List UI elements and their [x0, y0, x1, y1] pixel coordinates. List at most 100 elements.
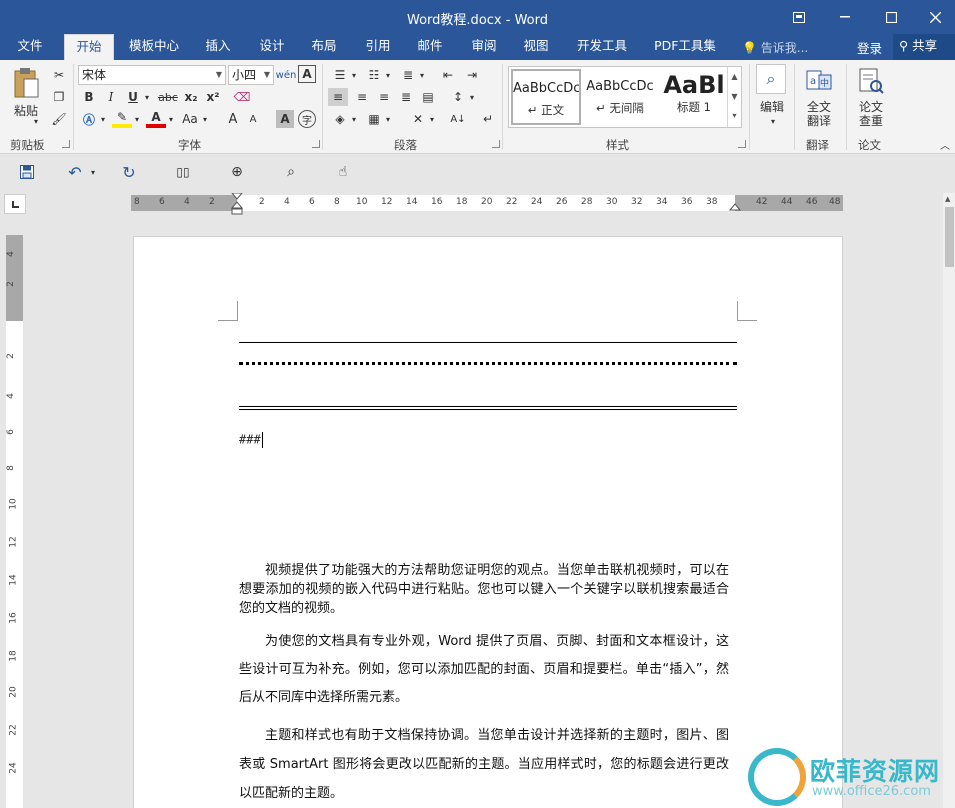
multilevel-list-icon[interactable]: ≣	[398, 66, 418, 84]
chevron-down-icon[interactable]: ▼	[728, 87, 741, 107]
chevron-up-icon[interactable]: ▲	[728, 67, 741, 87]
bullets-icon[interactable]: ☰	[330, 66, 350, 84]
italic-button[interactable]: I	[102, 88, 120, 106]
borders-icon[interactable]: ▦	[364, 110, 384, 128]
read-mode-icon[interactable]: ▯▯	[172, 161, 194, 183]
indent-marker-icon[interactable]	[231, 193, 243, 217]
asian-layout-icon[interactable]: ✕	[408, 110, 428, 128]
scroll-up-icon[interactable]: ▲	[945, 195, 950, 203]
tab-view[interactable]: 视图	[514, 34, 558, 60]
login-button[interactable]: 登录	[857, 38, 882, 57]
font-family-select[interactable]: 宋体 ▼	[78, 65, 226, 85]
bold-button[interactable]: B	[80, 88, 98, 106]
save-icon[interactable]	[16, 161, 38, 183]
character-shading-icon[interactable]: A	[276, 110, 294, 128]
clear-formatting-icon[interactable]: ⌫	[232, 88, 252, 106]
tab-file[interactable]: 文件	[8, 34, 52, 60]
distributed-icon[interactable]: ▤	[418, 88, 438, 106]
touch-mode-icon[interactable]: ☝	[332, 161, 354, 183]
superscript-button[interactable]: x²	[204, 88, 222, 106]
print-preview-icon[interactable]: ⌕	[280, 161, 302, 183]
decrease-indent-icon[interactable]: ⇤	[438, 66, 458, 84]
tab-mailings[interactable]: 邮件	[408, 34, 452, 60]
tab-insert[interactable]: 插入	[196, 34, 240, 60]
clipboard-launcher-icon[interactable]	[62, 140, 70, 148]
maximize-button[interactable]	[868, 0, 914, 34]
chevron-down-icon[interactable]: ▾	[350, 66, 358, 84]
font-color-icon[interactable]: A	[146, 110, 166, 128]
share-button[interactable]: ⚲ 共享	[893, 34, 955, 60]
align-right-icon[interactable]: ≡	[374, 88, 394, 106]
style-heading-1[interactable]: AaBl 标题 1	[659, 69, 729, 125]
vertical-ruler[interactable]: 4 2 2 4 6 8 10 12 14 16 18 20 22 24	[6, 235, 23, 808]
chevron-down-icon[interactable]: ▾	[766, 116, 780, 126]
paragraph-1[interactable]: 视频提供了功能强大的方法帮助您证明您的观点。当您单击联机视频时，可以在想要添加的…	[239, 561, 729, 618]
style-no-spacing[interactable]: AaBbCcDc ↵ 无间隔	[585, 69, 655, 125]
show-marks-icon[interactable]: ↵	[478, 110, 498, 128]
collapse-ribbon-icon[interactable]: ︿	[938, 138, 952, 152]
justify-icon[interactable]: ≣	[396, 88, 416, 106]
chevron-down-icon[interactable]: ▾	[384, 110, 392, 128]
tab-review[interactable]: 审阅	[462, 34, 506, 60]
increase-indent-icon[interactable]: ⇥	[462, 66, 482, 84]
phonetic-guide-icon[interactable]: wén	[276, 65, 297, 85]
chevron-down-icon[interactable]: ▾	[350, 110, 358, 128]
highlight-icon[interactable]: ✎	[112, 110, 132, 128]
styles-launcher-icon[interactable]	[738, 140, 746, 148]
character-border-icon[interactable]: A	[298, 65, 316, 83]
scrollbar-thumb[interactable]	[945, 207, 954, 267]
chevron-down-icon[interactable]: ▾	[468, 88, 476, 106]
shrink-font-button[interactable]: A	[244, 110, 262, 128]
font-launcher-icon[interactable]	[312, 140, 320, 148]
redo-icon[interactable]: ↻	[118, 161, 140, 183]
shading-icon[interactable]: ◈	[330, 110, 350, 128]
paragraph-3[interactable]: 主题和样式也有助于文档保持协调。当您单击设计并选择新的主题时，图片、图表或 Sm…	[239, 721, 729, 808]
strikethrough-button[interactable]: abc	[156, 88, 180, 106]
cut-icon[interactable]: ✂	[50, 66, 68, 84]
find-icon[interactable]: ⌕	[756, 64, 786, 94]
enclose-characters-icon[interactable]: 字	[298, 110, 316, 128]
tab-developer[interactable]: 开发工具	[570, 34, 634, 60]
chevron-down-icon[interactable]: ▾	[88, 161, 98, 183]
chevron-down-icon[interactable]: ▾	[28, 116, 44, 126]
tell-me-search[interactable]: 💡 告诉我...	[742, 39, 808, 56]
tab-references[interactable]: 引用	[356, 34, 400, 60]
tab-layout[interactable]: 布局	[302, 34, 346, 60]
full-translate-icon[interactable]: a中	[804, 66, 834, 96]
vertical-scrollbar[interactable]: ▲	[943, 193, 955, 808]
chevron-down-icon[interactable]: ▾	[98, 110, 108, 128]
align-left-icon[interactable]: ≡	[328, 88, 348, 106]
tab-pdf-tools[interactable]: PDF工具集	[648, 34, 722, 60]
tab-design[interactable]: 设计	[250, 34, 294, 60]
edit-label[interactable]: 编辑	[754, 98, 790, 115]
chevron-down-icon[interactable]: ▾	[418, 66, 426, 84]
line-spacing-icon[interactable]: ↕	[448, 88, 468, 106]
chevron-down-icon[interactable]: ▾	[132, 110, 142, 128]
paragraph-2[interactable]: 为使您的文档具有专业外观，Word 提供了页眉、页脚、封面和文本框设计，这些设计…	[239, 628, 729, 712]
underline-button[interactable]: U	[124, 88, 142, 106]
horizontal-ruler[interactable]: 8 6 4 2 2 4 6 8 10 12 14 16 18 20 22 24 …	[131, 193, 843, 215]
paste-icon[interactable]	[10, 66, 42, 100]
more-styles-icon[interactable]: ▾	[728, 107, 741, 125]
subscript-button[interactable]: x₂	[182, 88, 200, 106]
web-layout-icon[interactable]: ⊕	[226, 161, 248, 183]
numbering-icon[interactable]: ☷	[364, 66, 384, 84]
undo-icon[interactable]: ↶	[64, 161, 86, 183]
chevron-down-icon[interactable]: ▾	[428, 110, 436, 128]
minimize-button[interactable]	[822, 0, 868, 34]
tab-home[interactable]: 开始	[64, 34, 114, 60]
full-translate-label[interactable]: 全文 翻译	[800, 100, 838, 128]
paper-check-label[interactable]: 论文 查重	[852, 100, 890, 128]
chevron-down-icon[interactable]: ▾	[200, 110, 210, 128]
align-center-icon[interactable]: ≡	[352, 88, 372, 106]
close-button[interactable]	[912, 0, 955, 34]
format-painter-icon[interactable]: 🖌	[50, 110, 68, 128]
grow-font-button[interactable]: A	[224, 110, 242, 128]
paper-check-icon[interactable]	[856, 66, 886, 96]
chevron-down-icon[interactable]: ▾	[166, 110, 176, 128]
sort-icon[interactable]: A↓	[448, 110, 468, 128]
style-normal[interactable]: AaBbCcDc ↵ 正文	[511, 69, 581, 125]
paragraph-launcher-icon[interactable]	[492, 140, 500, 148]
styles-scroll[interactable]: ▲ ▼ ▾	[727, 67, 741, 127]
ribbon-display-options-button[interactable]	[776, 0, 822, 34]
